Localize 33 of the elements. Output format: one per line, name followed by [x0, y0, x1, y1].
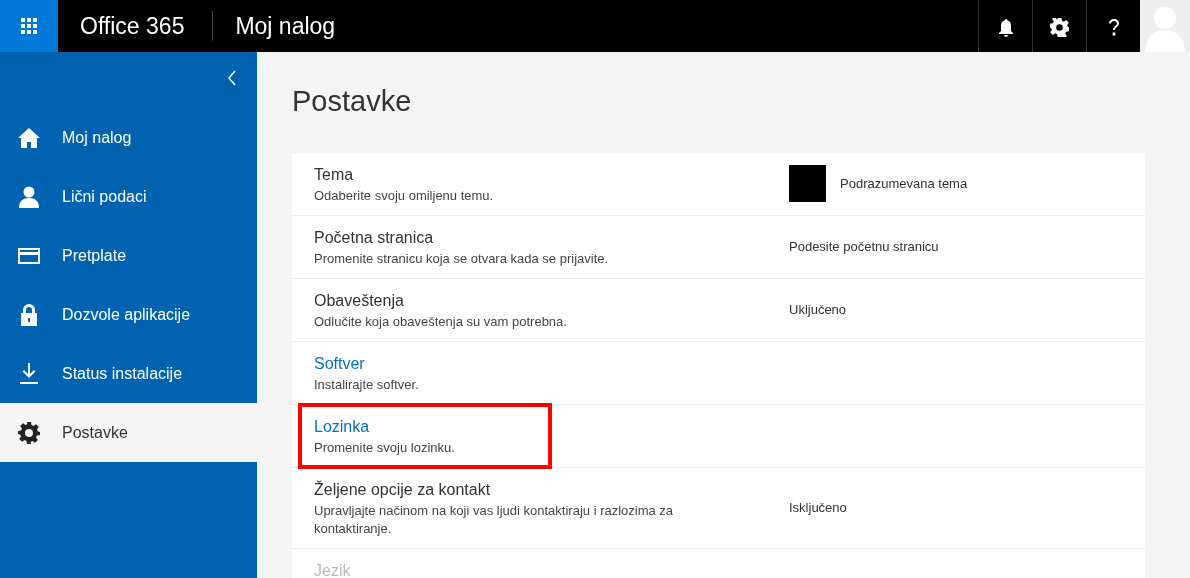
- chevron-left-icon: [227, 70, 237, 87]
- theme-swatch[interactable]: [789, 165, 826, 203]
- home-icon: [18, 126, 40, 149]
- setting-title: Obaveštenja: [314, 290, 404, 311]
- setting-title: Jezik: [314, 560, 351, 578]
- page-title: Moj nalog: [234, 11, 336, 41]
- setting-value: Isključeno: [789, 499, 847, 518]
- setting-value: Podrazumevana tema: [840, 175, 968, 194]
- setting-description: Upravljajte načinom na koji vas ljudi kontaktiraju i razlozima za kontaktiranje.: [314, 501, 675, 538]
- app-launcher-button[interactable]: [0, 0, 58, 52]
- person-icon: [18, 185, 40, 208]
- setting-title: Tema: [314, 164, 354, 185]
- gear-icon: [18, 421, 40, 444]
- setting-description: Odaberite svoju omiljenu temu.: [314, 186, 495, 205]
- setting-value: Uključeno: [789, 301, 847, 320]
- setting-description: Promenite svoju lozinku.: [314, 438, 456, 457]
- download-icon: [18, 362, 40, 385]
- app-name[interactable]: Office 365: [58, 11, 214, 41]
- sidebar-item[interactable]: Postavke: [0, 403, 257, 462]
- bell-icon: [997, 18, 1014, 37]
- settings-icon: [1050, 18, 1069, 38]
- setting-description: Promenite stranicu koja se otvara kada se prijavite.: [314, 249, 610, 268]
- setting-description: Odlučite koja obaveštenja su vam potrebna.: [314, 312, 568, 331]
- setting-title: Željene opcije za kontakt: [314, 479, 491, 500]
- page-heading: Postavke: [292, 84, 413, 119]
- help-icon: [1106, 17, 1121, 38]
- lock-icon: [18, 303, 40, 326]
- setting-link[interactable]: Lozinka: [314, 414, 370, 439]
- setting-value: Podesite početnu stranicu: [789, 238, 939, 257]
- setting-title: Početna stranica: [314, 227, 434, 248]
- setting-description: Instalirajte softver.: [314, 375, 420, 394]
- grid-icon: [21, 18, 37, 34]
- setting-link[interactable]: Softver: [314, 351, 365, 376]
